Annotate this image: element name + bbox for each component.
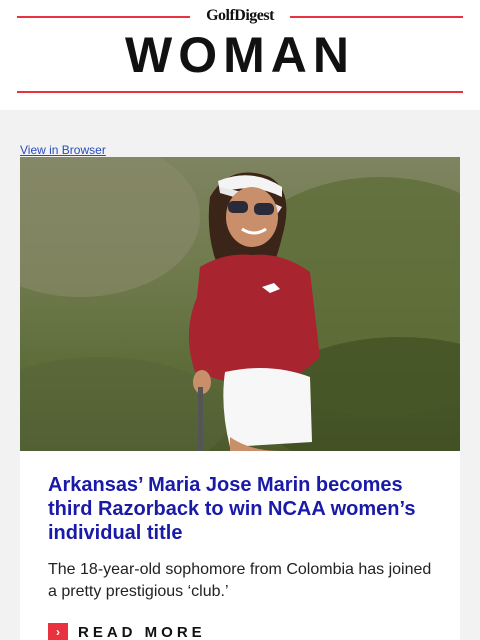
masthead: GolfDigest WOMAN <box>0 0 480 110</box>
chevron-right-icon: › <box>48 623 68 640</box>
masthead-bottom-rule <box>17 91 463 93</box>
brand-logo-small[interactable]: GolfDigest <box>190 6 290 26</box>
brand-small-text: GolfDigest <box>206 7 274 24</box>
hero-image[interactable] <box>20 157 460 451</box>
article-headline[interactable]: Arkansas’ Maria Jose Marin becomes third… <box>48 473 440 545</box>
golfer-photo <box>20 157 460 451</box>
article-card: Arkansas’ Maria Jose Marin becomes third… <box>20 451 460 640</box>
brand-logo-woman[interactable]: WOMAN <box>0 26 480 84</box>
article-dek: The 18-year-old sophomore from Colombia … <box>48 561 432 600</box>
view-in-browser-link[interactable]: View in Browser <box>20 143 106 157</box>
read-more-label: READ MORE <box>78 623 206 640</box>
read-more-button[interactable]: › READ MORE <box>48 623 206 640</box>
